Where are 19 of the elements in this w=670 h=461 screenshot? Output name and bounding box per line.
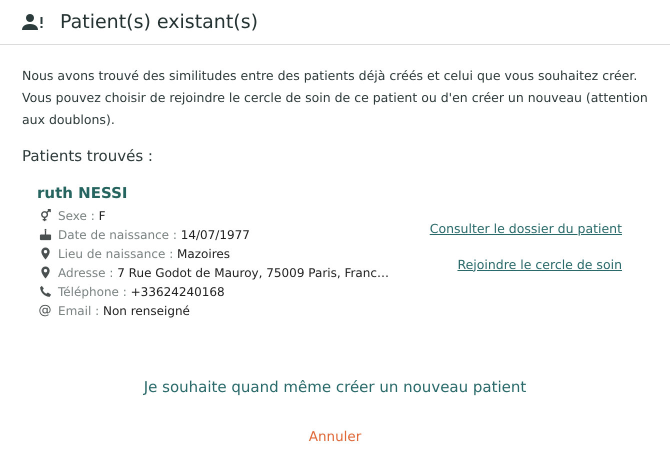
phone-icon <box>38 284 52 298</box>
field-text: Téléphone : +33624240168 <box>58 284 225 300</box>
section-heading: Patients trouvés : <box>22 146 154 167</box>
gender-icon <box>38 208 52 222</box>
field-text: Date de naissance : 14/07/1977 <box>58 226 250 244</box>
field-text: Adresse : 7 Rue Godot de Mauroy, 75009 Paris, Franc… <box>58 264 389 282</box>
field-text: Lieu de naissance : Mazoires <box>58 246 230 262</box>
field-text: Sexe : F <box>58 208 106 224</box>
user-alert-icon <box>22 13 44 31</box>
cancel-link[interactable]: Annuler <box>308 428 362 444</box>
cake-icon <box>38 228 52 242</box>
patient-link[interactable]: Consulter le dossier du patient <box>430 220 622 239</box>
patient-link[interactable]: Rejoindre le cercle de soin <box>457 256 622 274</box>
create-patient-link[interactable]: Je souhaite quand même créer un nouveau patient <box>144 378 526 396</box>
at-sign-icon: @ <box>38 304 52 318</box>
field-text: Email : Non renseigné <box>58 302 190 320</box>
patient-name: ruth NESSI <box>37 182 128 204</box>
dialog-title: Patient(s) existant(s) <box>60 10 258 34</box>
intro-text: Nous avons trouvé des similitudes entre des patients déjà créés et celui que vous souhaitez créer. Vous pouvez choisir de rejoindre le cercle de soin de ce patient ou d'en créer un nouveau (attention aux doublons). <box>21 67 649 129</box>
